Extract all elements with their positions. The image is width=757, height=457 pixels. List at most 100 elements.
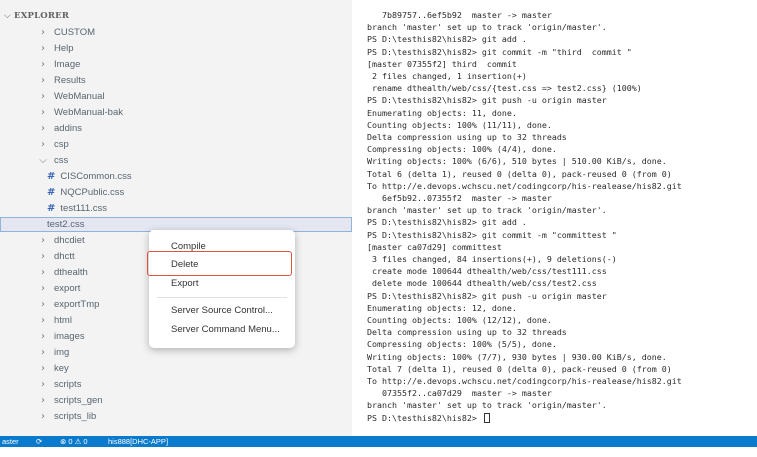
tree-item[interactable]: › scripts_lib: [0, 409, 352, 424]
terminal-line-text: Total 6 (delta 1), reused 0 (delta 0), p…: [367, 168, 672, 179]
terminal-line-text: PS D:\testhis82\his82> git commit -m "th…: [367, 46, 632, 57]
tree-item[interactable]: ⌵ css: [0, 153, 352, 168]
chevron-right-icon[interactable]: ›: [38, 251, 48, 262]
chevron-right-icon[interactable]: ›: [38, 107, 48, 118]
terminal-panel[interactable]: 7b89757..6ef5b92 master -> master branch …: [352, 0, 757, 436]
tree-item[interactable]: # NQCPublic.css: [0, 185, 352, 200]
terminal-line-text: To http://e.devops.wchscu.net/codingcorp…: [367, 180, 682, 191]
terminal-line: Enumerating objects: 12, done.: [367, 302, 517, 314]
terminal-line: Delta compression using up to 32 threads: [367, 326, 567, 338]
chevron-right-icon[interactable]: ›: [38, 283, 48, 294]
tree-item[interactable]: › Results: [0, 73, 352, 88]
chevron-right-icon[interactable]: ›: [38, 267, 48, 278]
terminal-line-text: PS D:\testhis82\his82> git add .: [367, 217, 527, 228]
chevron-right-icon[interactable]: ›: [38, 43, 48, 54]
terminal-line-text: Compressing objects: 100% (4/4), done.: [367, 144, 557, 155]
chevron-right-icon[interactable]: ›: [38, 379, 48, 390]
tree-item[interactable]: › WebManual-bak: [0, 105, 352, 120]
terminal-line-text: 6ef5b92..07355f2 master -> master: [367, 193, 552, 203]
terminal-line: To http://e.devops.wchscu.net/codingcorp…: [367, 180, 682, 192]
terminal-line-text: branch 'master' set up to track 'origin/…: [367, 22, 607, 33]
css-file-icon: #: [47, 171, 56, 182]
chevron-right-icon[interactable]: ›: [38, 347, 48, 358]
terminal-line: 2 files changed, 1 insertion(+): [367, 70, 527, 82]
chevron-right-icon[interactable]: ›: [38, 123, 48, 134]
terminal-line-text: Writing objects: 100% (6/6), 510 bytes |…: [367, 156, 667, 167]
menu-item-server-command-menu[interactable]: Server Command Menu...: [171, 322, 280, 336]
terminal-line-text: Enumerating objects: 12, done.: [367, 302, 517, 313]
tree-item-label: img: [54, 347, 70, 358]
terminal-line: Compressing objects: 100% (5/5), done.: [367, 338, 557, 350]
terminal-line: PS D:\testhis82\his82> git add .: [367, 216, 527, 228]
terminal-line: create mode 100644 dthealth/web/css/test…: [367, 265, 607, 277]
terminal-line: branch 'master' set up to track 'origin/…: [367, 204, 607, 216]
terminal-line: branch 'master' set up to track 'origin/…: [367, 399, 607, 411]
chevron-right-icon[interactable]: ›: [38, 27, 48, 38]
terminal-line: Counting objects: 100% (12/12), done.: [367, 314, 552, 326]
explorer-panel: ⌵ EXPLORER › CUSTOM › Help › Image › Results › We…: [0, 0, 352, 436]
terminal-line: To http://e.devops.wchscu.net/codingcorp…: [367, 375, 682, 387]
tree-item[interactable]: › Image: [0, 57, 352, 72]
tree-item-label: scripts_gen: [54, 395, 103, 406]
status-problems[interactable]: ⊗ 0 ⚠ 0: [60, 436, 88, 447]
explorer-header[interactable]: ⌵ EXPLORER: [4, 9, 69, 23]
terminal-line-text: PS D:\testhis82\his82> git add .: [367, 34, 527, 45]
tree-item[interactable]: › CUSTOM: [0, 25, 352, 40]
terminal-line: Writing objects: 100% (6/6), 510 bytes |…: [367, 155, 667, 167]
chevron-right-icon[interactable]: ›: [38, 411, 48, 422]
tree-item-label: CUSTOM: [54, 27, 95, 38]
status-branch[interactable]: aster: [2, 436, 19, 447]
terminal-line-text: delete mode 100644 dthealth/web/css/test…: [367, 278, 597, 289]
terminal-line: Counting objects: 100% (11/11), done.: [367, 119, 552, 131]
tree-item[interactable]: # CISCommon.css: [0, 169, 352, 184]
chevron-right-icon[interactable]: ›: [38, 75, 48, 86]
tree-item-label: key: [54, 363, 69, 374]
chevron-right-icon[interactable]: ›: [38, 363, 48, 374]
terminal-line: Total 7 (delta 1), reused 0 (delta 0), p…: [367, 363, 672, 375]
status-bar: aster ⟳ ⊗ 0 ⚠ 0 his888[DHC-APP]: [0, 436, 757, 447]
terminal-line: PS D:\testhis82\his82> git push -u origi…: [367, 94, 607, 106]
chevron-right-icon[interactable]: ›: [38, 59, 48, 70]
sync-icon[interactable]: ⟳: [36, 436, 42, 447]
tree-item-label: scripts_lib: [54, 411, 97, 422]
tree-item-label: WebManual: [54, 91, 105, 102]
menu-item-server-source-control[interactable]: Server Source Control...: [171, 303, 273, 317]
context-menu: Compile Delete Export Server Source Cont…: [149, 230, 295, 348]
tree-item-label: WebManual-bak: [54, 107, 124, 118]
chevron-right-icon[interactable]: ›: [38, 395, 48, 406]
tree-item-label: addins: [54, 123, 82, 134]
terminal-line-text: PS D:\testhis82\his82>: [367, 412, 482, 423]
status-server[interactable]: his888[DHC-APP]: [108, 436, 168, 447]
tree-item[interactable]: › key: [0, 361, 352, 376]
terminal-line: PS D:\testhis82\his82> git push -u origi…: [367, 290, 607, 302]
terminal-line: PS D:\testhis82\his82> git commit -m "co…: [367, 229, 617, 241]
tree-item[interactable]: # test111.css: [0, 201, 352, 216]
tree-item[interactable]: › csp: [0, 137, 352, 152]
chevron-right-icon[interactable]: ›: [38, 91, 48, 102]
terminal-line-text: create mode 100644 dthealth/web/css/test…: [367, 266, 607, 277]
terminal-line-text: To http://e.devops.wchscu.net/codingcorp…: [367, 376, 682, 386]
terminal-line: Writing objects: 100% (7/7), 930 bytes |…: [367, 351, 667, 363]
tree-item-label: exportTmp: [54, 299, 100, 310]
tree-item-label: dthealth: [54, 267, 88, 278]
tree-item-label: dhctt: [54, 251, 75, 262]
chevron-right-icon[interactable]: ›: [38, 331, 48, 342]
tree-item[interactable]: › WebManual: [0, 89, 352, 104]
css-file-icon: #: [47, 187, 56, 198]
tree-item[interactable]: › scripts: [0, 377, 352, 392]
chevron-right-icon[interactable]: ›: [38, 299, 48, 310]
terminal-line-text: 2 files changed, 1 insertion(+): [367, 71, 527, 81]
chevron-down-icon[interactable]: ⌵: [4, 11, 11, 21]
menu-separator: [157, 297, 287, 298]
tree-item[interactable]: › scripts_gen: [0, 393, 352, 408]
tree-item[interactable]: › addins: [0, 121, 352, 136]
chevron-right-icon[interactable]: ›: [38, 235, 48, 246]
terminal-line-text: 3 files changed, 84 insertions(+), 9 del…: [367, 254, 617, 264]
tree-item[interactable]: › Help: [0, 41, 352, 56]
menu-item-export[interactable]: Export: [171, 276, 198, 290]
chevron-right-icon[interactable]: ›: [38, 139, 48, 150]
chevron-down-icon[interactable]: ⌵: [38, 155, 48, 166]
terminal-line-text: PS D:\testhis82\his82> git push -u origi…: [367, 290, 607, 301]
terminal-line-text: branch 'master' set up to track 'origin/…: [367, 400, 607, 411]
chevron-right-icon[interactable]: ›: [38, 315, 48, 326]
